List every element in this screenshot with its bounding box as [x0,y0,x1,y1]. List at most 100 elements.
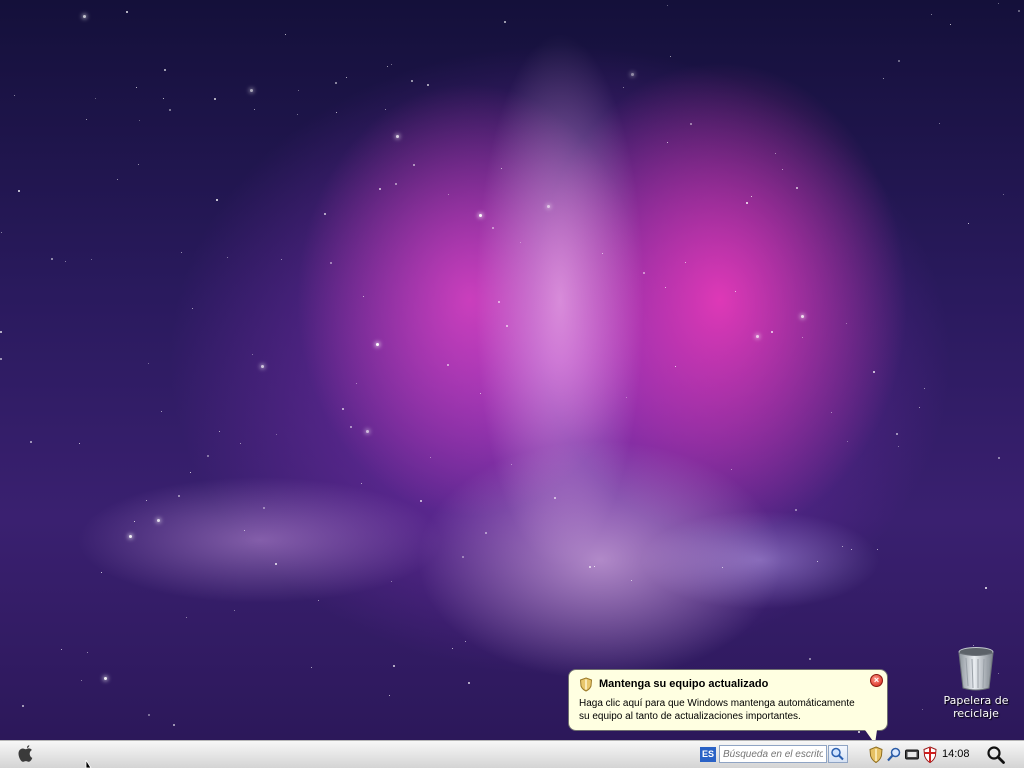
star [554,497,556,499]
star [79,443,80,444]
system-clock[interactable]: 14:08 [942,748,970,760]
language-indicator[interactable]: ES [700,747,716,762]
star [479,214,482,217]
star [847,441,848,442]
star [480,393,481,394]
star [393,665,395,667]
star [387,66,388,67]
star [252,354,253,355]
star [163,98,164,99]
star [311,667,312,668]
star [501,168,502,169]
star [898,60,900,62]
star [498,301,500,303]
star [771,331,773,333]
spotlight-icon[interactable] [986,745,1006,765]
star [138,164,139,165]
star [181,252,182,253]
star [22,705,24,707]
recycle-bin-label-line2: reciclaje [953,707,999,720]
search-button[interactable] [828,745,848,763]
apple-icon[interactable] [17,744,35,764]
star [846,323,847,324]
star [796,187,798,189]
star [361,483,362,484]
star [385,109,386,110]
update-notification-balloon[interactable]: Mantenga su equipo actualizado × Haga cl… [568,669,888,740]
star [801,315,804,318]
star [18,190,20,192]
star [336,112,337,113]
star [511,464,512,465]
star [594,566,595,567]
notification-body: Haga clic aquí para que Windows mantenga… [579,697,879,723]
star [626,397,627,398]
star [631,580,632,581]
star [782,169,783,170]
star [898,446,899,447]
star [376,343,379,346]
star [547,205,550,208]
star [350,426,352,428]
desktop-search-input[interactable] [719,745,827,763]
star [324,213,326,215]
magnifier-icon[interactable] [886,746,902,764]
star [192,308,193,309]
star [1018,10,1020,12]
star [65,261,66,262]
star [756,335,759,338]
star [330,262,332,264]
star [395,183,397,185]
star [411,80,413,82]
star [86,119,87,120]
star [318,600,319,601]
star [139,120,140,121]
star [873,371,875,373]
star [91,259,92,260]
star [389,695,390,696]
star [998,457,1000,459]
star [81,680,82,681]
star [146,500,147,501]
star [809,658,811,660]
star [104,677,107,680]
star [452,648,453,649]
taskbar: ES 14:08 [0,740,1024,768]
star [186,617,187,618]
star [685,262,686,263]
star [877,549,878,550]
star [95,98,96,99]
star [667,142,668,143]
star [675,366,676,367]
star [922,709,923,710]
star [506,325,508,327]
close-icon[interactable]: × [870,674,883,687]
star [391,581,392,582]
star [281,259,282,260]
star [504,21,506,23]
star [83,15,86,18]
star [602,253,603,254]
star [396,135,399,138]
star [931,14,932,15]
star [148,363,149,364]
star [751,196,752,197]
star [276,434,277,435]
star [492,227,494,229]
star [51,258,53,260]
star [285,34,286,35]
balloon-tail [865,730,877,740]
display-icon[interactable] [904,746,920,764]
star [985,587,987,589]
star [465,641,466,642]
star [420,500,422,502]
shield-icon[interactable] [868,746,884,764]
star [998,3,999,4]
recycle-bin-icon-shortcut[interactable]: Papelera de reciclaje [940,646,1012,720]
star [427,84,429,86]
star [342,408,344,410]
security-shield-icon[interactable] [922,746,938,764]
star [735,291,736,292]
star [363,296,364,297]
recycle-bin-label-line1: Papelera de [943,694,1009,707]
